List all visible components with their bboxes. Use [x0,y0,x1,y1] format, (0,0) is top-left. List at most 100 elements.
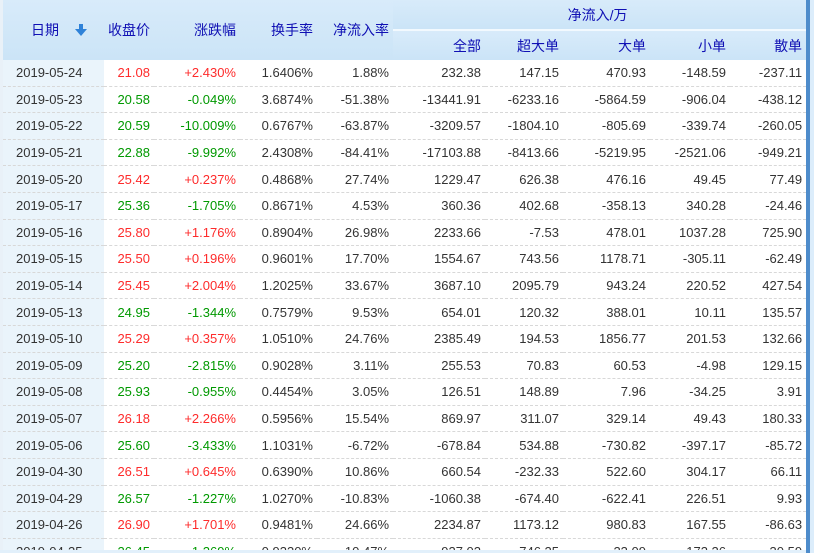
cell-close: 25.36 [104,192,154,219]
cell-inflow-large: 1856.77 [563,325,650,352]
cell-inflow-retail: 135.57 [730,299,806,326]
fund-flow-table: 日期 收盘价 涨跌幅 换手率 净流入率 净流入/万 全部 超大单 大单 小单 散… [3,0,806,553]
table-row: 2019-05-2220.59-10.009%0.6767%-63.87%-32… [3,113,806,140]
cell-close: 25.50 [104,246,154,273]
table-row: 2019-05-1025.29+0.357%1.0510%24.76%2385.… [3,325,806,352]
cell-inflow-small: 226.51 [650,485,730,512]
cell-inflow-retail: 66.11 [730,458,806,485]
cell-turnover: 0.9481% [240,512,317,539]
cell-inflow-super: -8413.66 [485,139,563,166]
cell-date: 2019-05-22 [3,113,104,140]
cell-date: 2019-05-06 [3,432,104,459]
cell-inflow-super: 626.38 [485,166,563,193]
cell-inflow-super: 70.83 [485,352,563,379]
cell-inflow-all: 869.97 [393,405,485,432]
cell-inflow-retail: 725.90 [730,219,806,246]
cell-close: 25.60 [104,432,154,459]
column-header-inflow-rate: 净流入率 [317,0,393,60]
cell-inflow-super: 402.68 [485,192,563,219]
cell-inflow-all: 2385.49 [393,325,485,352]
cell-inflow-large: -805.69 [563,113,650,140]
cell-change: +1.701% [154,512,240,539]
cell-close: 26.57 [104,485,154,512]
cell-inflow-all: 3687.10 [393,272,485,299]
cell-inflow-rate: 24.76% [317,325,393,352]
cell-inflow-rate: 17.70% [317,246,393,273]
cell-inflow-small: 10.11 [650,299,730,326]
cell-change: -10.009% [154,113,240,140]
sort-descending-icon[interactable] [75,24,87,36]
cell-inflow-small: 49.45 [650,166,730,193]
cell-inflow-super: 120.32 [485,299,563,326]
cell-inflow-large: 470.93 [563,60,650,86]
cell-change: -1.227% [154,485,240,512]
cell-inflow-large: -622.41 [563,485,650,512]
cell-close: 25.29 [104,325,154,352]
cell-inflow-rate: -84.41% [317,139,393,166]
table-row: 2019-05-1324.95-1.344%0.7579%9.53%654.01… [3,299,806,326]
cell-close: 26.51 [104,458,154,485]
cell-inflow-retail: 3.91 [730,379,806,406]
cell-inflow-rate: -51.38% [317,86,393,113]
cell-turnover: 0.8904% [240,219,317,246]
cell-inflow-retail: 77.49 [730,166,806,193]
cell-inflow-super: 2095.79 [485,272,563,299]
cell-inflow-retail: -85.72 [730,432,806,459]
cell-date: 2019-05-10 [3,325,104,352]
cell-inflow-super: 147.15 [485,60,563,86]
cell-inflow-rate: 10.86% [317,458,393,485]
cell-date: 2019-04-29 [3,485,104,512]
cell-inflow-retail: -237.11 [730,60,806,86]
cell-close: 21.08 [104,60,154,86]
cell-change: +0.237% [154,166,240,193]
cell-close: 25.20 [104,352,154,379]
column-header-inflow-retail: 散单 [730,30,806,60]
panel-border-right [806,0,814,553]
cell-change: -2.815% [154,352,240,379]
table-row: 2019-04-3026.51+0.645%0.6390%10.86%660.5… [3,458,806,485]
cell-inflow-large: 60.53 [563,352,650,379]
cell-inflow-small: 201.53 [650,325,730,352]
cell-inflow-super: 743.56 [485,246,563,273]
cell-inflow-rate: 24.66% [317,512,393,539]
cell-turnover: 1.6406% [240,60,317,86]
cell-inflow-retail: -438.12 [730,86,806,113]
table-row: 2019-05-2122.88-9.992%2.4308%-84.41%-171… [3,139,806,166]
cell-turnover: 2.4308% [240,139,317,166]
cell-turnover: 0.8671% [240,192,317,219]
cell-inflow-retail: 9.93 [730,485,806,512]
cell-inflow-large: 1178.71 [563,246,650,273]
cell-date: 2019-05-16 [3,219,104,246]
cell-date: 2019-05-23 [3,86,104,113]
cell-inflow-rate: 4.53% [317,192,393,219]
cell-inflow-retail: 180.33 [730,405,806,432]
cell-inflow-retail: -62.49 [730,246,806,273]
column-header-inflow-all: 全部 [393,30,485,60]
cell-inflow-rate: -63.87% [317,113,393,140]
table-row: 2019-04-2626.90+1.701%0.9481%24.66%2234.… [3,512,806,539]
column-header-close: 收盘价 [104,0,154,60]
cell-inflow-super: -6233.16 [485,86,563,113]
cell-inflow-small: -4.98 [650,352,730,379]
cell-inflow-all: 654.01 [393,299,485,326]
cell-close: 25.42 [104,166,154,193]
cell-inflow-all: 2234.87 [393,512,485,539]
cell-date: 2019-05-13 [3,299,104,326]
column-header-date[interactable]: 日期 [3,0,104,60]
cell-change: -3.433% [154,432,240,459]
column-header-turnover: 换手率 [240,0,317,60]
table-row: 2019-05-0726.18+2.266%0.5956%15.54%869.9… [3,405,806,432]
cell-turnover: 0.6767% [240,113,317,140]
cell-close: 20.58 [104,86,154,113]
cell-change: -1.705% [154,192,240,219]
table-header: 日期 收盘价 涨跌幅 换手率 净流入率 净流入/万 全部 超大单 大单 小单 散… [3,0,806,60]
cell-date: 2019-05-15 [3,246,104,273]
cell-inflow-super: -232.33 [485,458,563,485]
cell-inflow-small: -339.74 [650,113,730,140]
cell-inflow-large: 980.83 [563,512,650,539]
cell-inflow-retail: -949.21 [730,139,806,166]
cell-turnover: 1.0270% [240,485,317,512]
table-row: 2019-05-2025.42+0.237%0.4868%27.74%1229.… [3,166,806,193]
cell-inflow-small: -148.59 [650,60,730,86]
cell-change: +2.266% [154,405,240,432]
